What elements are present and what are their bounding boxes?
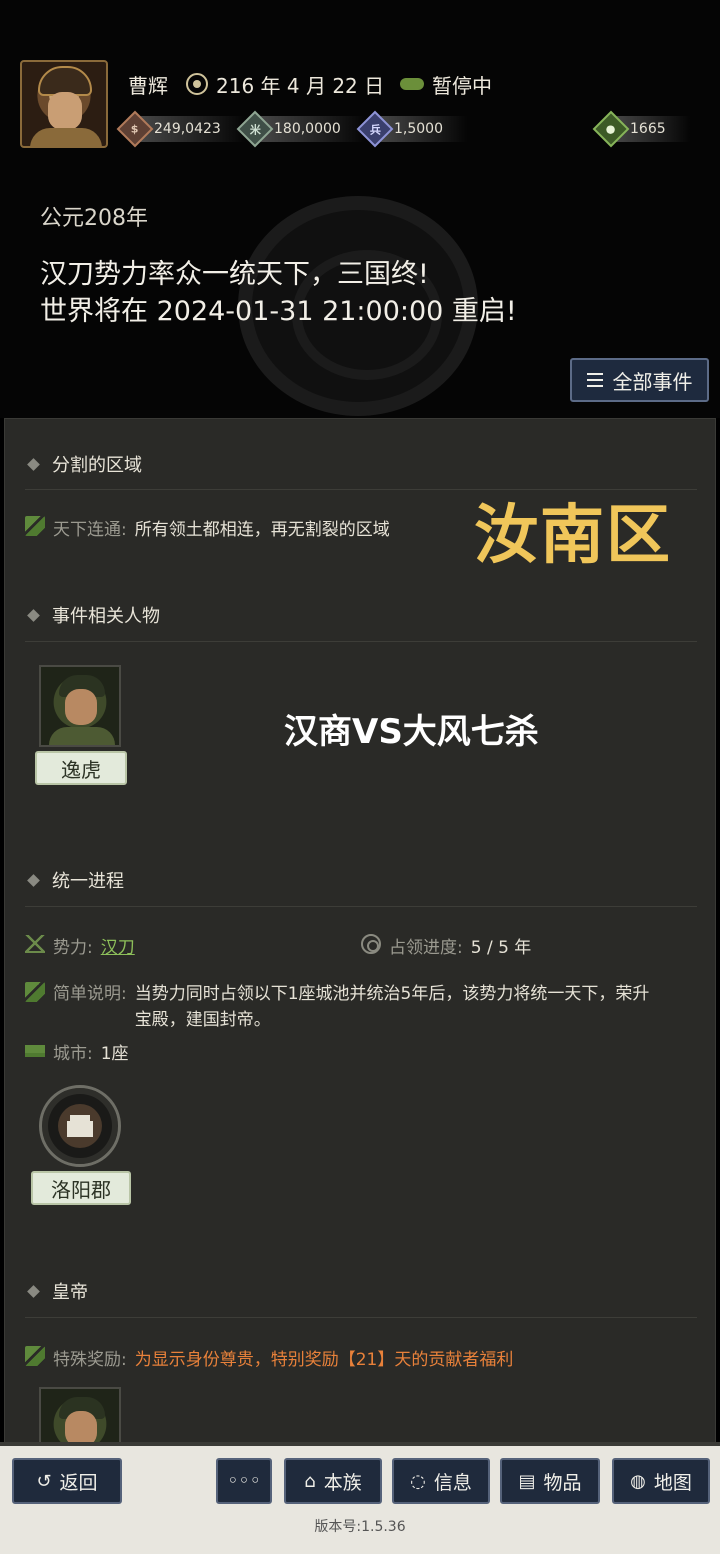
- map-label: 地图: [653, 1471, 692, 1494]
- items-button[interactable]: ▤ 物品: [500, 1458, 600, 1504]
- description-label: 简单说明:: [53, 984, 127, 1004]
- game-date-text: 216 年 4 月 22 日: [216, 73, 385, 98]
- player-name: 曹辉: [128, 73, 168, 98]
- city-name-tag[interactable]: 洛阳郡: [31, 1171, 131, 1205]
- server-name-overlay: 汝南区: [474, 499, 672, 573]
- section-emperor: 皇帝: [27, 1278, 88, 1304]
- info-label: 信息: [433, 1471, 472, 1494]
- force-link[interactable]: 汉刀: [101, 933, 135, 958]
- reward-row: 特殊奖励: 为显示身份尊贵，特别奖励【21】天的贡献者福利: [25, 1345, 513, 1370]
- map-button[interactable]: ◍ 地图: [612, 1458, 710, 1504]
- occupy-value: 5 / 5 年: [470, 938, 532, 958]
- all-events-button[interactable]: 全部事件: [570, 358, 709, 402]
- divider: [25, 1317, 697, 1318]
- more-dots-icon: ◦◦◦: [227, 1470, 261, 1492]
- game-date: 216 年 4 月 22 日: [186, 70, 384, 98]
- city-value: 1座: [100, 1044, 129, 1064]
- gem-resource[interactable]: ● 1665: [592, 110, 690, 148]
- back-label: 返回: [59, 1471, 98, 1494]
- person-name-tag[interactable]: 逸虎: [35, 751, 127, 785]
- diamond-bullet-icon: [27, 1284, 40, 1298]
- occupy-row: 占领进度: 5 / 5 年: [361, 933, 531, 958]
- mountain-icon: [25, 935, 45, 953]
- description-value: 当势力同时占领以下1座城池并统治5年后，该势力将统一天下，荣升宝殿，建国封帝。: [134, 984, 650, 1030]
- city-badge[interactable]: [39, 1085, 121, 1167]
- reward-value: 为显示身份尊贵，特别奖励【21】天的贡献者福利: [134, 1350, 514, 1370]
- section-title: 统一进程: [52, 871, 124, 892]
- headline-line-2: 世界将在 2024-01-31 21:00:00 重启!: [40, 296, 517, 327]
- reward-label: 特殊奖励:: [53, 1350, 127, 1370]
- match-overlay: 汉商VS大风七杀: [284, 712, 539, 752]
- top-header: 曹辉 216 年 4 月 22 日 暂停中 $ 249,0423 米 180,0…: [0, 0, 720, 418]
- items-icon: ▤: [518, 1470, 536, 1492]
- force-label: 势力:: [53, 938, 93, 958]
- section-title: 皇帝: [52, 1282, 88, 1303]
- leaf-icon: [25, 516, 45, 536]
- occupy-label: 占领进度:: [389, 938, 463, 958]
- divider: [25, 906, 697, 907]
- section-progress: 统一进程: [27, 867, 124, 893]
- city-label: 城市:: [53, 1044, 93, 1064]
- calendar-icon: [186, 73, 208, 95]
- more-button[interactable]: ◦◦◦: [216, 1458, 272, 1504]
- food-resource[interactable]: 米 180,0000: [236, 110, 365, 148]
- items-label: 物品: [543, 1471, 582, 1494]
- clan-label: 本族: [323, 1471, 362, 1494]
- game-state: 暂停中: [400, 70, 492, 98]
- menu-icon: [586, 373, 603, 387]
- globe-icon: ◍: [630, 1470, 646, 1492]
- gold-resource[interactable]: $ 249,0423: [116, 110, 245, 148]
- description-row: 简单说明: 当势力同时占领以下1座城池并统治5年后，该势力将统一天下，荣升宝殿，…: [25, 981, 665, 1033]
- connectivity-label: 天下连通:: [53, 520, 127, 540]
- connectivity-row: 天下连通: 所有领土都相连，再无割裂的区域: [25, 515, 390, 540]
- bottom-bar: ↺ 返回 ◦◦◦ ⌂ 本族 ◌ 信息 ▤ 物品 ◍ 地图 版本号:1.5.36: [0, 1442, 720, 1554]
- section-title: 事件相关人物: [52, 606, 160, 627]
- diamond-bullet-icon: [27, 457, 40, 471]
- leaf-icon: [25, 982, 45, 1002]
- diamond-bullet-icon: [27, 873, 40, 887]
- leaf-icon: [25, 1346, 45, 1366]
- clan-button[interactable]: ⌂ 本族: [284, 1458, 382, 1504]
- city-wall-icon: [25, 1041, 45, 1057]
- chat-icon: ◌: [410, 1470, 426, 1492]
- game-state-text: 暂停中: [432, 73, 492, 98]
- all-events-label: 全部事件: [612, 369, 693, 394]
- progress-icon: [361, 934, 381, 954]
- divider: [25, 641, 697, 642]
- person-portrait[interactable]: [39, 665, 121, 747]
- event-headline: 汉刀势力率众一统天下，三国终! 世界将在 2024-01-31 21:00:00…: [40, 256, 517, 330]
- info-button[interactable]: ◌ 信息: [392, 1458, 490, 1504]
- connectivity-value: 所有领土都相连，再无割裂的区域: [134, 520, 390, 540]
- section-title: 分割的区域: [52, 455, 142, 476]
- clan-icon: ⌂: [304, 1470, 316, 1492]
- horse-icon: [400, 78, 424, 90]
- back-arrow-icon: ↺: [36, 1470, 52, 1492]
- section-split-regions: 分割的区域: [27, 451, 142, 477]
- headline-line-1: 汉刀势力率众一统天下，三国终!: [40, 259, 429, 290]
- era-text: 公元208年: [40, 206, 148, 231]
- back-button[interactable]: ↺ 返回: [12, 1458, 122, 1504]
- section-related-people: 事件相关人物: [27, 602, 160, 628]
- city-row: 城市: 1座: [25, 1039, 129, 1064]
- diamond-bullet-icon: [27, 608, 40, 622]
- player-avatar[interactable]: [20, 60, 108, 148]
- castle-icon: [70, 1115, 90, 1135]
- force-row: 势力: 汉刀: [25, 933, 135, 958]
- troop-resource[interactable]: 兵 1,5000: [356, 110, 467, 148]
- version-text: 版本号:1.5.36: [314, 1519, 406, 1535]
- emperor-portrait[interactable]: [39, 1387, 121, 1447]
